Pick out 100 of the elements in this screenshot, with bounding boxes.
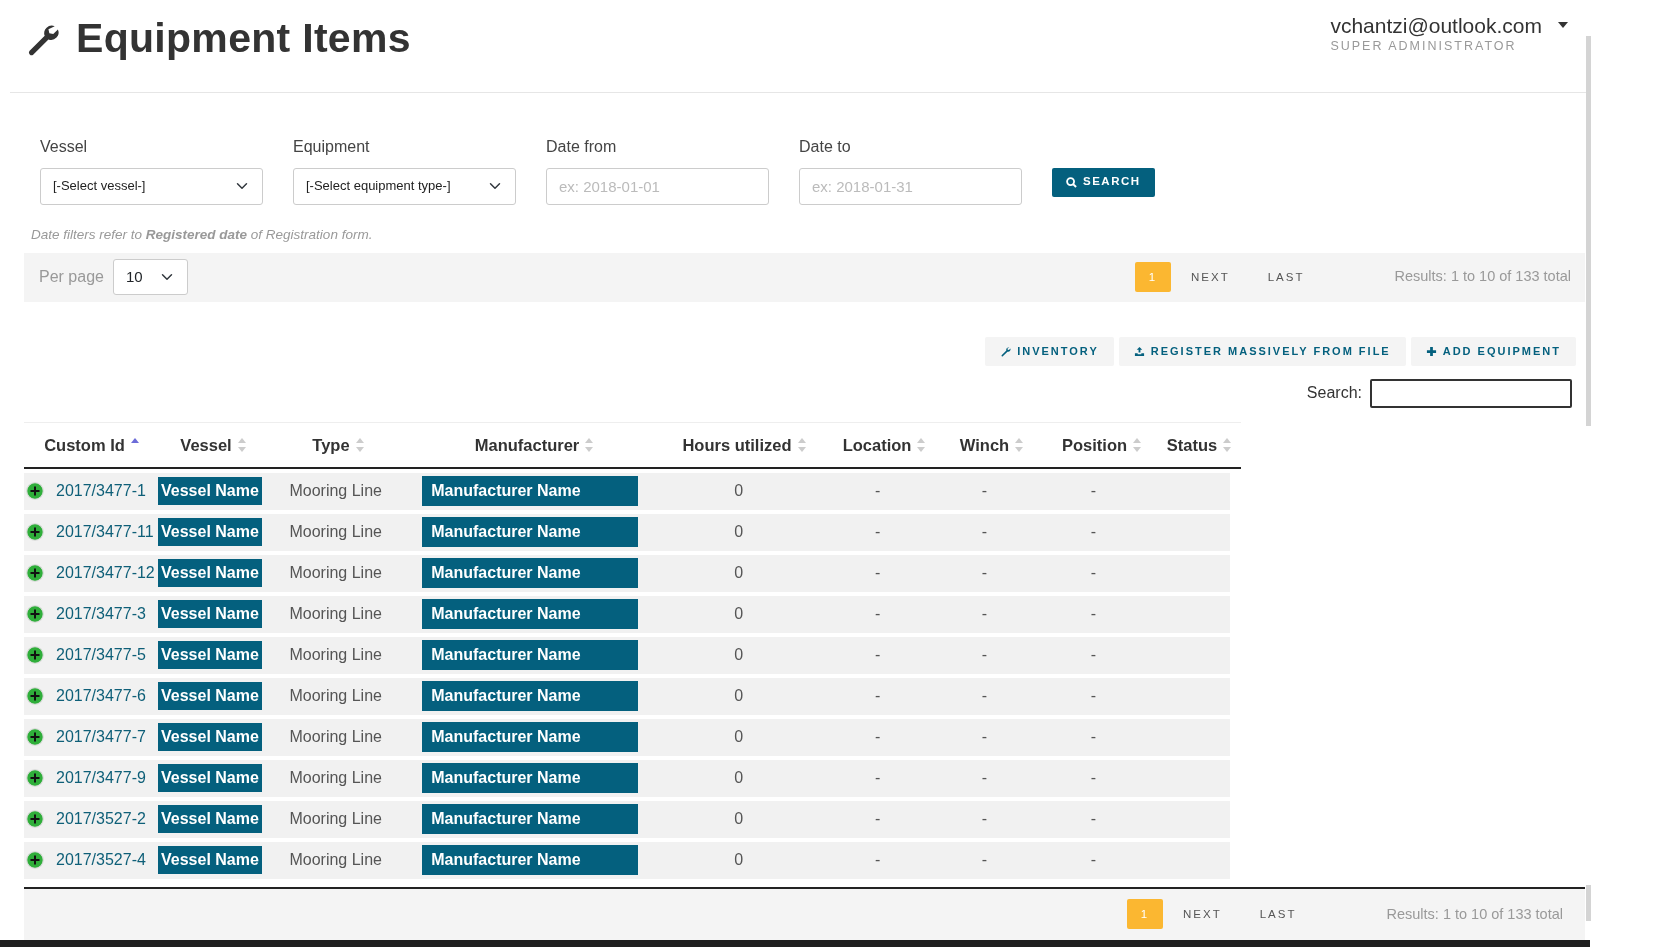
manufacturer-tag: Manufacturer Name bbox=[422, 763, 639, 794]
table-cell-text: 0 bbox=[734, 727, 744, 748]
search-icon bbox=[1066, 176, 1077, 188]
table-cell-text: - bbox=[1090, 727, 1097, 748]
table-cell-text: - bbox=[981, 522, 987, 543]
table-cell-text: - bbox=[981, 481, 987, 502]
expand-icon bbox=[26, 728, 44, 747]
table-cell-text: - bbox=[1090, 604, 1097, 625]
column-header[interactable]: Location bbox=[842, 432, 912, 458]
table-cell-text: 0 bbox=[734, 481, 744, 502]
field-label: Date to bbox=[799, 136, 852, 157]
table-cell-text: 0 bbox=[734, 522, 744, 543]
manufacturer-tag: Manufacturer Name bbox=[422, 599, 639, 630]
vessel-tag: Vessel Name bbox=[158, 764, 262, 793]
custom-id-link[interactable]: 2017/3477-9 bbox=[56, 766, 146, 791]
expand-icon bbox=[26, 851, 44, 870]
table-cell-text: Mooring Line bbox=[289, 481, 382, 502]
column-header[interactable]: Status bbox=[1166, 432, 1218, 458]
custom-id-link[interactable]: 2017/3527-2 bbox=[56, 807, 146, 832]
column-header[interactable]: Custom Id bbox=[44, 432, 125, 458]
manufacturer-tag: Manufacturer Name bbox=[422, 517, 639, 548]
table-cell-text: - bbox=[1090, 686, 1097, 707]
table-search-field[interactable] bbox=[1370, 378, 1572, 408]
table-cell-text: - bbox=[874, 686, 881, 707]
table-cell-text: - bbox=[874, 645, 881, 666]
upload-icon bbox=[1133, 345, 1145, 357]
vessel-tag: Vessel Name bbox=[158, 600, 262, 629]
custom-id-link[interactable]: 2017/3477-5 bbox=[56, 643, 146, 668]
vessel-tag: Vessel Name bbox=[158, 723, 262, 752]
date-field[interactable]: ex: 2018-01-01 bbox=[546, 167, 769, 205]
table-cell-text: 0 bbox=[734, 563, 744, 584]
table-cell-text: - bbox=[1090, 645, 1097, 666]
table-cell-text: - bbox=[874, 768, 881, 789]
field-label: Equipment bbox=[293, 136, 371, 157]
custom-id-link[interactable]: 2017/3527-4 bbox=[56, 848, 146, 873]
table-cell-text: - bbox=[981, 768, 987, 789]
manufacturer-tag: Manufacturer Name bbox=[422, 804, 639, 835]
table-cell-text: - bbox=[874, 604, 881, 625]
vessel-tag: Vessel Name bbox=[158, 805, 262, 834]
action-button[interactable]: REGISTER MASSIVELY FROM FILE bbox=[1118, 336, 1406, 366]
table-cell-text: - bbox=[874, 809, 881, 830]
column-header[interactable]: Position bbox=[1061, 432, 1128, 458]
table-cell-text: - bbox=[874, 563, 881, 584]
manufacturer-tag: Manufacturer Name bbox=[422, 722, 639, 753]
column-header[interactable]: Vessel bbox=[180, 432, 232, 458]
column-header[interactable]: Manufacturer bbox=[474, 432, 580, 458]
table-cell-text: Mooring Line bbox=[289, 563, 382, 584]
table-cell-text: Mooring Line bbox=[289, 809, 382, 830]
column-header[interactable]: Type bbox=[312, 432, 350, 458]
per-page-label: Per page bbox=[39, 267, 104, 288]
manufacturer-tag: Manufacturer Name bbox=[422, 476, 639, 507]
per-page-select[interactable]: 10 bbox=[112, 259, 188, 296]
table-cell-text: - bbox=[1090, 768, 1097, 789]
vessel-tag: Vessel Name bbox=[158, 682, 262, 711]
table-cell-text: - bbox=[981, 563, 987, 584]
custom-id-link[interactable]: 2017/3477-7 bbox=[56, 725, 146, 750]
expand-icon bbox=[26, 769, 44, 788]
table-cell-text: Mooring Line bbox=[289, 727, 382, 748]
action-button[interactable]: INVENTORY bbox=[985, 336, 1114, 366]
page-title: Equipment Items bbox=[76, 14, 411, 63]
custom-id-link[interactable]: 2017/3477-12 bbox=[56, 561, 155, 586]
table-cell-text: - bbox=[874, 481, 881, 502]
date-field[interactable]: ex: 2018-01-31 bbox=[799, 167, 1022, 205]
expand-icon bbox=[26, 687, 44, 706]
manufacturer-tag: Manufacturer Name bbox=[422, 558, 639, 589]
table-cell-text: Mooring Line bbox=[289, 604, 382, 625]
table-cell-text: - bbox=[874, 522, 881, 543]
expand-icon bbox=[26, 646, 44, 665]
table-cell-text: - bbox=[981, 850, 987, 871]
table-cell-text: - bbox=[874, 850, 881, 871]
scrollbar-thumb[interactable] bbox=[1586, 885, 1591, 921]
manufacturer-tag: Manufacturer Name bbox=[422, 845, 639, 876]
search-button[interactable]: SEARCH bbox=[1052, 167, 1155, 197]
table-cell-text: - bbox=[981, 645, 987, 666]
table-cell-text: - bbox=[981, 727, 987, 748]
column-header[interactable]: Hours utilized bbox=[682, 432, 792, 458]
action-button[interactable]: ADD EQUIPMENT bbox=[1410, 336, 1576, 366]
custom-id-link[interactable]: 2017/3477-3 bbox=[56, 602, 146, 627]
wrench-icon bbox=[1000, 345, 1012, 357]
table-cell-text: - bbox=[1090, 522, 1097, 543]
filter-note: Date filters refer to Registered date of Registration form. bbox=[30, 225, 374, 244]
table-cell-text: 0 bbox=[734, 604, 744, 625]
table-cell-text: - bbox=[1090, 850, 1097, 871]
scrollbar-thumb[interactable] bbox=[1586, 36, 1591, 426]
select-field[interactable]: [-Select equipment type-] bbox=[293, 167, 516, 205]
expand-icon bbox=[26, 523, 44, 542]
table-cell-text: - bbox=[1090, 563, 1097, 584]
table-cell-text: 0 bbox=[734, 686, 744, 707]
field-label: Date from bbox=[546, 136, 618, 157]
user-email: vchantzi@outlook.com bbox=[1330, 14, 1542, 38]
column-header[interactable]: Winch bbox=[959, 432, 1010, 458]
caret-down-icon bbox=[1558, 22, 1568, 28]
select-field[interactable]: [-Select vessel-] bbox=[40, 167, 263, 205]
custom-id-link[interactable]: 2017/3477-6 bbox=[56, 684, 146, 709]
custom-id-link[interactable]: 2017/3477-1 bbox=[56, 479, 146, 504]
expand-icon bbox=[26, 810, 44, 829]
table-cell-text: Mooring Line bbox=[289, 686, 382, 707]
custom-id-link[interactable]: 2017/3477-11 bbox=[56, 520, 154, 545]
manufacturer-tag: Manufacturer Name bbox=[422, 681, 639, 712]
table-cell-text: - bbox=[1090, 809, 1097, 830]
